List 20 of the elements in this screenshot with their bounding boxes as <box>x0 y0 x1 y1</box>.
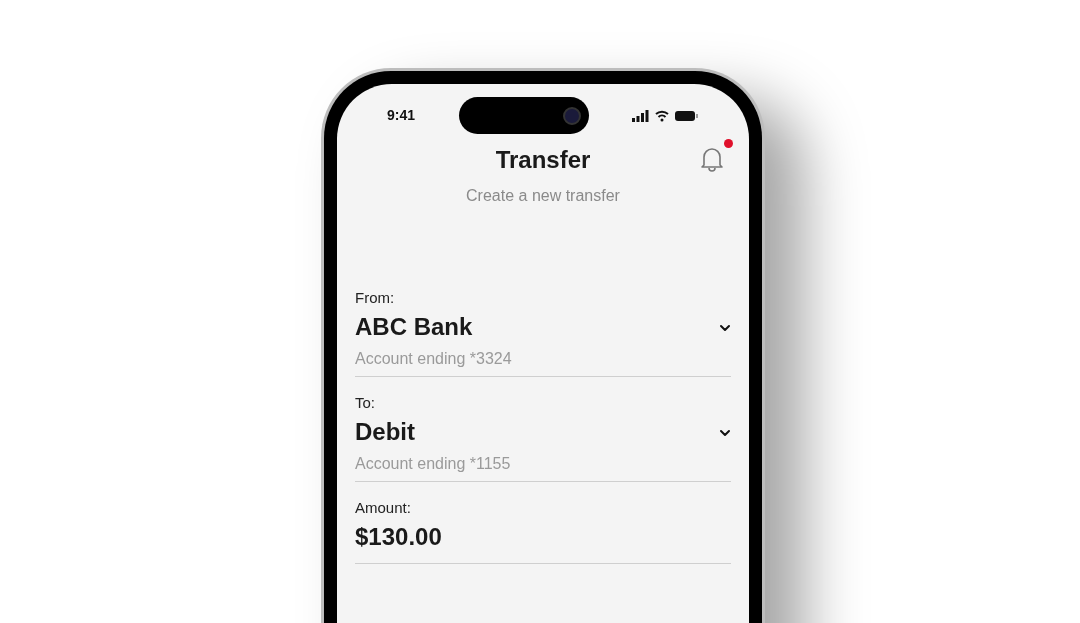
signal-icon <box>632 109 649 122</box>
status-time: 9:41 <box>387 106 416 125</box>
screen-subtitle: Create a new transfer <box>466 186 620 206</box>
screen-title: Transfer <box>495 145 591 175</box>
amount-value: $130.00 <box>355 522 443 552</box>
field-label: Amount: <box>355 498 412 518</box>
chevron-down-icon <box>719 429 731 437</box>
account-detail: Account ending *3324 <box>355 349 513 369</box>
amount-field[interactable]: Amount: $130.00 <box>355 490 731 564</box>
field-label: To: <box>355 393 376 413</box>
account-detail: Account ending *1155 <box>355 454 512 474</box>
account-select[interactable]: From: ABC Bank Account ending *3324 <box>355 280 731 377</box>
camera-icon <box>562 106 581 125</box>
wifi-icon <box>655 109 669 122</box>
account-select[interactable]: To: Debit Account ending *1155 <box>355 385 731 482</box>
chevron-down-icon <box>719 324 731 332</box>
account-name: ABC Bank <box>355 312 474 342</box>
battery-icon <box>675 109 699 122</box>
account-name: Debit <box>355 417 416 447</box>
field-label: From: <box>355 288 396 308</box>
